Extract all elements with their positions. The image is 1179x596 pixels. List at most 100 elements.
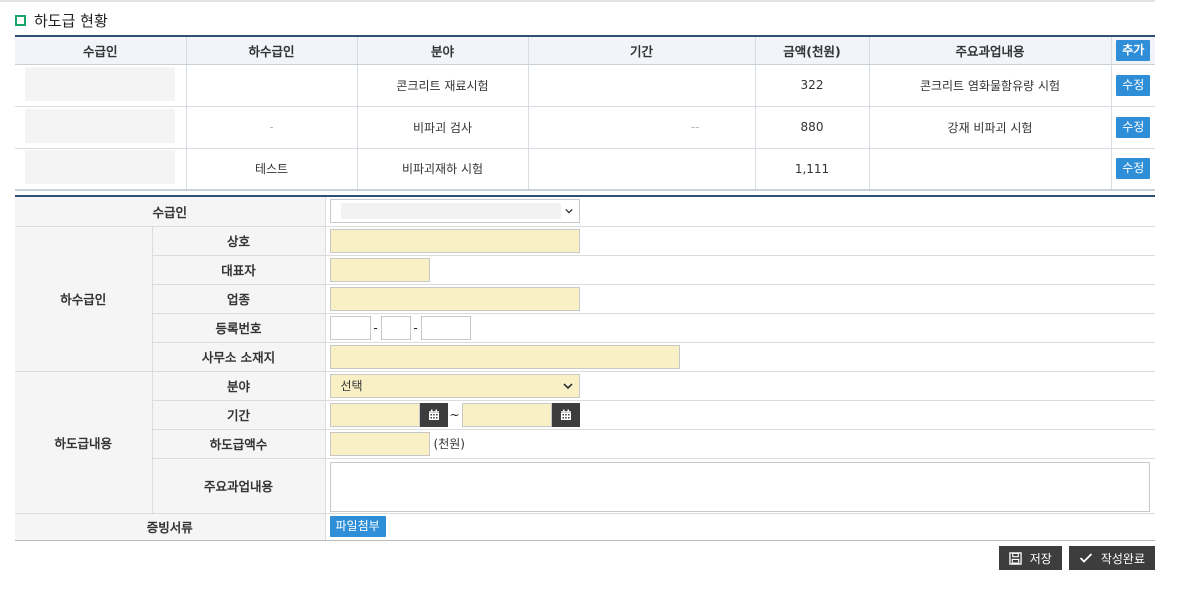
redacted-block — [25, 66, 176, 101]
edit-button[interactable]: 수정 — [1116, 116, 1151, 138]
field-label: 분야 — [152, 371, 326, 401]
business-label: 업종 — [152, 284, 326, 314]
table-row: - 비파괴 검사 -- 880 강재 비파괴 시험 수정 — [15, 106, 1155, 149]
cell-action: 수정 — [1111, 106, 1155, 149]
section-title: 하도급 현황 — [34, 11, 108, 30]
company-cell — [325, 226, 1155, 256]
calendar-icon[interactable] — [551, 402, 580, 427]
cell-action: 수정 — [1111, 64, 1155, 107]
office-address-input[interactable] — [329, 344, 680, 369]
form-row-regno: 등록번호 -- — [15, 313, 1155, 343]
table-row: 테스트 비파괴재하 시험 1,111 수정 — [15, 148, 1155, 191]
form-row-office: 사무소 소재지 — [15, 342, 1155, 372]
edit-button[interactable]: 수정 — [1116, 158, 1151, 180]
period-label: 기간 — [152, 400, 326, 430]
field-select[interactable]: 선택 — [329, 373, 580, 398]
form-row-ceo: 대표자 — [15, 255, 1155, 285]
col-header-period: 기간 — [528, 35, 756, 65]
form-row-amount: 하도급액수 (천원) — [15, 429, 1155, 459]
col-header-field: 분야 — [357, 35, 529, 65]
task-cell — [325, 458, 1155, 514]
cell-subcontractor: 테스트 — [186, 148, 358, 191]
regno-sep: - — [413, 320, 418, 335]
docs-label: 증빙서류 — [15, 513, 326, 541]
floppy-disk-icon — [1009, 551, 1022, 565]
chevron-down-icon — [562, 382, 573, 389]
docs-cell: 파일첨부 — [325, 513, 1155, 541]
add-button[interactable]: 추가 — [1116, 39, 1151, 61]
ceo-cell — [325, 255, 1155, 285]
save-label: 저장 — [1029, 551, 1052, 566]
regno-input-1[interactable] — [329, 315, 371, 340]
regno-input-2[interactable] — [380, 315, 411, 340]
period-start-input[interactable] — [329, 402, 420, 427]
amount-label: 하도급액수 — [152, 429, 326, 459]
company-input[interactable] — [329, 228, 580, 253]
company-label: 상호 — [152, 226, 326, 256]
check-icon — [1079, 553, 1092, 563]
ceo-input[interactable] — [329, 257, 430, 282]
amount-cell: (천원) — [325, 429, 1155, 459]
business-input[interactable] — [329, 286, 580, 311]
amount-input[interactable] — [329, 431, 430, 456]
cell-period — [528, 148, 756, 191]
cell-task — [869, 148, 1112, 191]
redacted-block — [340, 203, 561, 220]
subcontractor-group-label: 하수급인 — [15, 226, 153, 372]
calendar-icon[interactable] — [419, 402, 448, 427]
edit-button[interactable]: 수정 — [1116, 74, 1151, 96]
top-divider — [0, 0, 1155, 2]
task-label: 주요과업내용 — [152, 458, 326, 514]
chevron-down-icon — [564, 209, 573, 214]
form-row-contractor: 수급인 — [15, 197, 1155, 227]
cell-period — [528, 64, 756, 107]
col-header-task: 주요과업내용 — [869, 35, 1112, 65]
form-row-field: 하도급내용 분야 선택 — [15, 371, 1155, 514]
col-header-subcontractor: 하수급인 — [186, 35, 358, 65]
cell-field: 비파괴 검사 — [357, 106, 529, 149]
form-table: 수급인 하수급인 상호 대표자 업종 등록번호 -- 사무소 소재지 하도급내용… — [15, 197, 1155, 541]
form-row-business: 업종 — [15, 284, 1155, 314]
ceo-label: 대표자 — [152, 255, 326, 285]
contractor-cell — [325, 197, 1155, 227]
cell-period: -- — [528, 106, 756, 149]
cell-action: 수정 — [1111, 148, 1155, 191]
regno-cell: -- — [325, 313, 1155, 343]
cell-contractor — [15, 64, 187, 107]
form-row-task: 주요과업내용 — [15, 458, 1155, 514]
bottom-actions: 저장 작성완료 — [998, 546, 1155, 570]
contractor-label: 수급인 — [15, 197, 326, 227]
office-label: 사무소 소재지 — [152, 342, 326, 372]
task-textarea[interactable] — [329, 461, 1150, 512]
form-row-company: 하수급인 상호 — [15, 226, 1155, 372]
col-header-action: 추가 — [1111, 35, 1155, 65]
cell-subcontractor: - — [186, 106, 358, 149]
subcontract-list-table: 수급인 하수급인 분야 기간 금액(천원) 주요과업내용 추가 콘크리트 재료시… — [15, 35, 1155, 191]
square-bullet-icon — [15, 14, 26, 26]
office-cell — [325, 342, 1155, 372]
cell-task: 강재 비파괴 시험 — [869, 106, 1112, 149]
cell-contractor — [15, 106, 187, 149]
col-header-contractor: 수급인 — [15, 35, 187, 65]
col-header-amount: 금액(천원) — [755, 35, 870, 65]
cell-contractor — [15, 148, 187, 191]
subcontract-form: 수급인 하수급인 상호 대표자 업종 등록번호 -- 사무소 소재지 하도급내용… — [15, 195, 1155, 541]
regno-input-3[interactable] — [420, 315, 471, 340]
field-select-value: 선택 — [340, 379, 363, 393]
save-button[interactable]: 저장 — [998, 546, 1062, 570]
cell-subcontractor — [186, 64, 358, 107]
section-header: 하도급 현황 — [15, 10, 108, 30]
business-cell — [325, 284, 1155, 314]
content-group-label: 하도급내용 — [15, 371, 153, 514]
complete-button[interactable]: 작성완료 — [1068, 546, 1155, 570]
contractor-select[interactable] — [329, 199, 580, 224]
cell-field: 비파괴재하 시험 — [357, 148, 529, 191]
form-row-docs: 증빙서류 파일첨부 — [15, 513, 1155, 541]
cell-field: 콘크리트 재료시험 — [357, 64, 529, 107]
field-cell: 선택 — [325, 371, 1155, 401]
form-row-period: 기간 ~ — [15, 400, 1155, 430]
period-end-input[interactable] — [461, 402, 552, 427]
attach-file-button[interactable]: 파일첨부 — [329, 516, 386, 537]
regno-label: 등록번호 — [152, 313, 326, 343]
cell-amount: 1,111 — [755, 148, 870, 191]
